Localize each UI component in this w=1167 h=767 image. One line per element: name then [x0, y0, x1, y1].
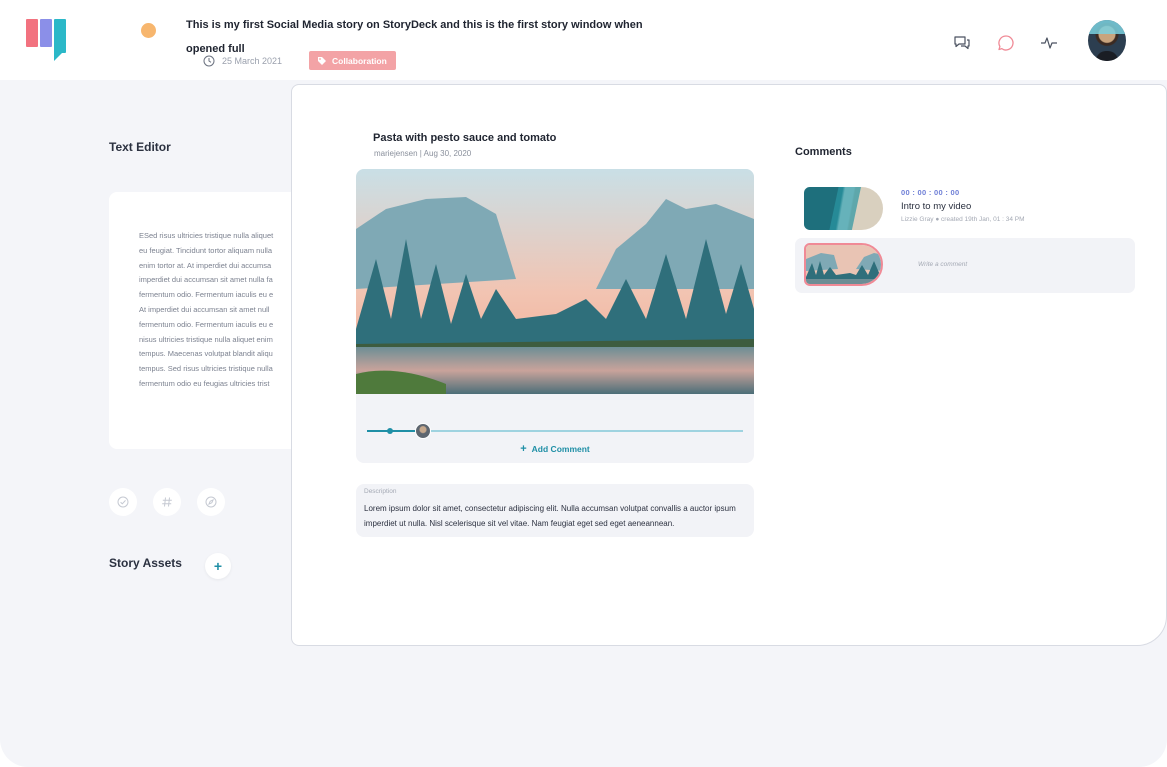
editor-line: eu feugiat. Tincidunt tortor aliquam nul… [139, 245, 272, 255]
story-date: 25 March 2021 [222, 56, 283, 66]
add-asset-button[interactable]: + [205, 553, 231, 579]
editor-line: fermentum odio. Fermentum iaculis eu e [139, 290, 274, 300]
new-comment-thumbnail-image [806, 245, 881, 284]
new-comment-row[interactable]: Write a comment [795, 238, 1135, 293]
logo-bar-teal [54, 19, 66, 53]
video-preview-image[interactable] [356, 169, 754, 394]
compass-button[interactable] [197, 488, 225, 516]
text-editor-heading: Text Editor [109, 140, 171, 154]
editor-line: tempus. Maecenas volutpat blandit aliqu [139, 349, 273, 359]
editor-line: imperdiet dui accumsan sit amet nulla fa [139, 275, 273, 285]
app-frame: This is my first Social Media story on S… [0, 0, 1167, 767]
timeline-commenter-avatar[interactable] [415, 423, 431, 439]
tag-label: Collaboration [332, 55, 387, 66]
check-circle-button[interactable] [109, 488, 137, 516]
hashtag-button[interactable] [153, 488, 181, 516]
editor-line: enim tortor at. At imperdiet dui accumsa [139, 260, 272, 270]
editor-line: At imperdiet dui accumsan sit amet null [139, 304, 270, 314]
description-text: Lorem ipsum dolor sit amet, consectetur … [364, 504, 736, 528]
logo-bar-purple [40, 19, 52, 47]
editor-line: nisus ultricies tristique nulla aliquet … [139, 334, 273, 344]
new-comment-thumbnail[interactable] [804, 243, 883, 286]
comment-icon[interactable] [996, 33, 1016, 53]
comment-title: Intro to my video [901, 201, 972, 212]
storydeck-logo[interactable] [26, 19, 70, 63]
status-dot [141, 23, 156, 38]
comment-timestamp: 00 : 00 : 00 : 00 [901, 188, 960, 197]
clock-icon [203, 55, 215, 67]
write-comment-input[interactable]: Write a comment [918, 261, 967, 268]
comments-heading: Comments [795, 146, 852, 158]
chat-bubbles-icon[interactable] [952, 33, 972, 53]
story-meta: 25 March 2021 [203, 51, 282, 71]
check-circle-icon [117, 496, 129, 508]
logo-tail [54, 49, 66, 61]
activity-icon[interactable] [1039, 33, 1059, 53]
description-card: Description Lorem ipsum dolor sit amet, … [356, 484, 754, 537]
video-card: + Add Comment [356, 169, 754, 463]
text-editor-card[interactable]: ESed risus ultricies tristique nulla ali… [109, 192, 309, 449]
description-label: Description [364, 488, 397, 495]
editor-line: fermentum odio. Fermentum iaculis eu e [139, 319, 274, 329]
tag-icon [318, 56, 326, 65]
comment-meta: Lizzie Gray ● created 19th Jan, 01 : 34 … [901, 216, 1025, 223]
top-header: This is my first Social Media story on S… [0, 0, 1167, 80]
editor-text[interactable]: ESed risus ultricies tristique nulla ali… [139, 229, 309, 392]
post-title: Pasta with pesto sauce and tomato [373, 132, 557, 144]
plus-icon: + [520, 443, 527, 455]
add-comment-label: Add Comment [531, 444, 590, 454]
user-avatar[interactable] [1088, 20, 1126, 61]
comment-thumbnail[interactable] [804, 187, 883, 230]
editor-line: ESed risus ultricies tristique nulla ali… [139, 231, 274, 240]
editor-line: fermentum odio eu feugias ultricies tris… [139, 378, 270, 388]
compass-icon [205, 496, 217, 508]
collaboration-tag[interactable]: Collaboration [309, 51, 396, 70]
editor-line: tempus. Sed risus ultricies tristique nu… [139, 364, 273, 374]
add-comment-button[interactable]: + Add Comment [356, 443, 754, 455]
timeline-marker[interactable] [387, 428, 393, 434]
hash-icon [162, 497, 172, 507]
post-author-date: mariejensen | Aug 30, 2020 [374, 149, 472, 158]
logo-bar-red [26, 19, 38, 47]
story-assets-heading: Story Assets [109, 556, 182, 570]
timeline-progress [367, 430, 420, 432]
